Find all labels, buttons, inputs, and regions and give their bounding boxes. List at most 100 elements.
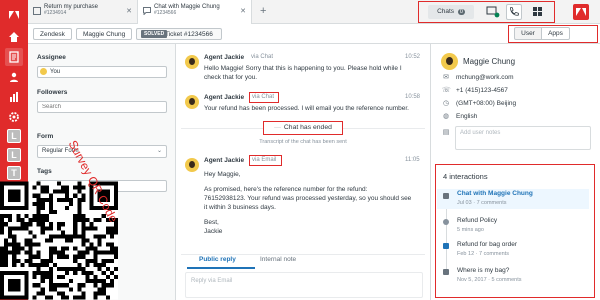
add-tab-button[interactable]: + [260, 5, 266, 17]
agent-avatar [185, 95, 199, 109]
interaction-ticket-icon [443, 243, 449, 249]
reply-textarea[interactable]: Reply via Email [185, 272, 423, 298]
user-name: Maggie Chung [463, 57, 516, 66]
chevron-down-icon: ⌄ [156, 148, 162, 154]
brand-logo-icon[interactable] [573, 4, 589, 20]
close-icon[interactable]: ✕ [126, 7, 132, 15]
message-time: 10:58 [405, 94, 421, 100]
reply-placeholder: Reply via Email [191, 278, 233, 284]
tab-return-my-purchase[interactable]: Return my purchase #1234914 ✕ [28, 0, 138, 24]
status-badge: SOLVED [141, 30, 168, 38]
home-icon[interactable] [5, 28, 23, 46]
notes-placeholder: Add user notes [460, 130, 501, 136]
tab-public-reply[interactable]: Public reply [199, 256, 236, 263]
email-icon: ✉ [443, 74, 449, 81]
divider [181, 254, 425, 255]
message-body: Your refund has been processed. I will e… [204, 104, 409, 113]
reporting-icon[interactable] [5, 88, 23, 106]
user-panel-button[interactable]: User [514, 27, 542, 40]
transcript-note: Transcript of the chat has been sent [259, 139, 347, 145]
phone-icon [510, 7, 519, 16]
message-line: Best, [204, 219, 219, 226]
phone-button[interactable] [506, 4, 522, 20]
tab-chat-maggie[interactable]: Chat with Maggie Chung #1234566 ✕ [138, 0, 252, 25]
user-notes-input[interactable]: Add user notes [455, 126, 591, 150]
user-avatar [441, 53, 458, 70]
message-line: Jackie [204, 228, 223, 235]
breadcrumb-user[interactable]: Maggie Chung [76, 28, 133, 40]
ticket-id: Ticket #1234566 [165, 31, 213, 38]
tab-subtitle: #1234566 [154, 10, 177, 16]
interaction-title[interactable]: Refund Policy [457, 217, 497, 224]
assignee-value: You [50, 69, 61, 75]
chat-icon [143, 7, 151, 15]
followers-search-input[interactable] [37, 101, 167, 113]
breadcrumb-org[interactable]: Zendesk [33, 28, 72, 40]
message-line: Hello Maggie! Sorry that this is happeni… [204, 65, 402, 72]
assignee-field[interactable]: You [37, 66, 167, 78]
message-line: As promised, here's the reference number… [204, 186, 368, 193]
phone-icon: ☏ [442, 87, 451, 94]
assignee-avatar [40, 68, 47, 75]
message-author: Agent Jackie [204, 94, 245, 101]
message-time: 11:05 [405, 157, 420, 163]
chat-ended-text: Chat has ended [283, 124, 332, 131]
close-icon[interactable]: ✕ [240, 7, 246, 15]
users-icon[interactable] [5, 68, 23, 86]
tickets-icon[interactable] [5, 48, 23, 66]
interaction-article-icon [443, 219, 449, 225]
message-time: 10:52 [405, 54, 421, 60]
message-author: Agent Jackie [204, 54, 245, 61]
apps-panel-button[interactable]: Apps [542, 27, 570, 40]
message-line: check that for you. [204, 74, 258, 81]
app-t-icon[interactable]: T [7, 166, 21, 180]
message-line: Hey Maggie, [204, 171, 241, 178]
interaction-chat-icon [443, 193, 449, 199]
agent-avatar [185, 158, 199, 172]
interactions-title: 4 interactions [443, 172, 488, 181]
user-email[interactable]: mchung@work.com [456, 74, 514, 81]
user-panel: Maggie Chung ✉ mchung@work.com ☏ +1 (415… [430, 44, 600, 300]
active-tab-indicator [187, 267, 255, 269]
app-l-icon[interactable]: L [7, 129, 21, 143]
globe-icon: ◍ [442, 113, 450, 120]
form-label: Form [37, 133, 54, 140]
message-channel: via Chat [252, 94, 275, 100]
apps-grid-icon[interactable] [533, 7, 542, 16]
user-phone[interactable]: +1 (415)123-4567 [456, 87, 508, 94]
message-channel: via Chat [251, 54, 274, 60]
notes-icon: ▤ [442, 129, 450, 136]
message-line: 76152938123. Your refund was processed y… [204, 195, 412, 202]
followers-label: Followers [37, 89, 68, 96]
interaction-sub: 5 mins ago [457, 227, 484, 233]
chats-label: Chats [437, 8, 455, 15]
clock-icon: ◷ [442, 100, 450, 107]
zendesk-logo-icon[interactable] [5, 6, 23, 24]
user-timezone: (GMT+08:00) Beijing [456, 100, 517, 107]
interaction-title[interactable]: Chat with Maggie Chung [457, 190, 533, 197]
chats-button[interactable]: Chats 0 [428, 5, 474, 19]
ticket-icon [33, 7, 41, 15]
app-l2-icon[interactable]: L [7, 148, 21, 162]
tab-bar: Return my purchase #1234914 ✕ Chat with … [28, 0, 600, 25]
agent-avatar [185, 55, 199, 69]
ticket-toolbar: Zendesk Maggie Chung Ticket #1234566 SOL… [28, 24, 600, 44]
interaction-sub: Jul 03 · 7 comments [457, 200, 507, 206]
interaction-title[interactable]: Where is my bag? [457, 267, 509, 274]
message-line: Your refund has been processed. I will e… [204, 105, 409, 112]
tab-internal-note[interactable]: Internal note [260, 256, 296, 263]
message-body: Hey Maggie, As promised, here's the refe… [204, 170, 411, 236]
form-select[interactable]: Regular Form ⌄ [37, 145, 167, 158]
tags-label: Tags [37, 168, 52, 175]
message-body: Hello Maggie! Sorry that this is happeni… [204, 64, 402, 82]
chat-online-icon[interactable] [486, 6, 500, 18]
interaction-ticket-icon [443, 269, 449, 275]
conversation-panel: Agent Jackie via Chat 10:52 Hello Maggie… [177, 44, 429, 300]
interaction-sub: Nov 5, 2017 · 5 comments [457, 277, 522, 283]
chats-count: 0 [457, 9, 465, 15]
chat-ended-label: — Chat has ended [263, 121, 343, 135]
admin-gear-icon[interactable] [5, 108, 23, 126]
user-language: English [456, 113, 478, 120]
interaction-title[interactable]: Refund for bag order [457, 241, 517, 248]
message-line: it within 3 business days. [204, 204, 276, 211]
